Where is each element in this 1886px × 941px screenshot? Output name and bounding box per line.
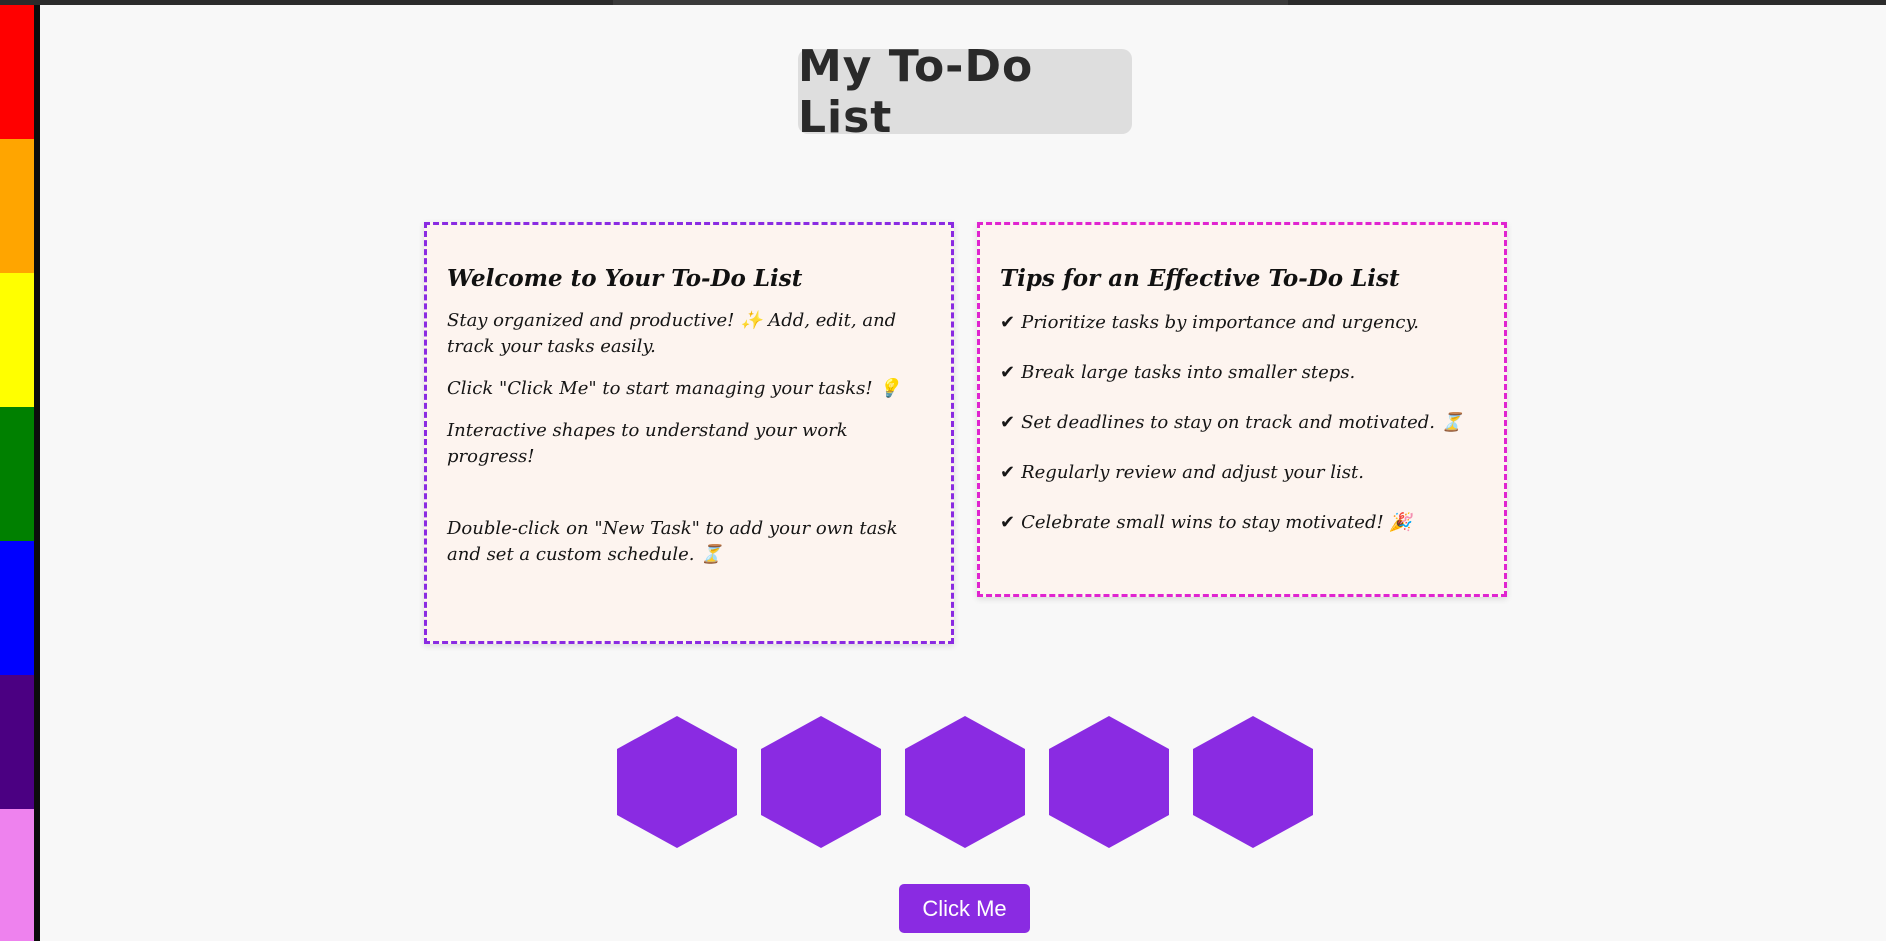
- stripe-blue: [0, 541, 34, 675]
- welcome-paragraph-3: Interactive shapes to understand your wo…: [447, 420, 848, 467]
- hexagon-shape-4[interactable]: [1049, 716, 1169, 848]
- tip-item: ✔ Break large tasks into smaller steps.: [1000, 358, 1484, 388]
- tip-text: Celebrate small wins to stay motivated! …: [1021, 512, 1412, 533]
- tip-text: Set deadlines to stay on track and motiv…: [1021, 412, 1464, 433]
- tip-item: ✔ Celebrate small wins to stay motivated…: [1000, 508, 1484, 538]
- check-icon: ✔: [1000, 462, 1016, 483]
- tip-item: ✔ Regularly review and adjust your list.: [1000, 458, 1484, 488]
- welcome-card: Welcome to Your To-Do List Stay organize…: [424, 222, 954, 644]
- tips-card: Tips for an Effective To-Do List ✔ Prior…: [977, 222, 1507, 597]
- welcome-paragraph-2: Click "Click Me" to start managing your …: [447, 378, 901, 399]
- check-icon: ✔: [1000, 312, 1016, 333]
- tip-text: Prioritize tasks by importance and urgen…: [1021, 312, 1420, 333]
- stripe-violet: [0, 809, 34, 941]
- stripe-red: [0, 5, 34, 139]
- hexagon-shape-1[interactable]: [617, 716, 737, 848]
- check-icon: ✔: [1000, 412, 1016, 433]
- page-title-box: My To-Do List: [798, 41, 1132, 143]
- check-icon: ✔: [1000, 362, 1016, 383]
- stripe-green: [0, 407, 34, 541]
- welcome-heading: Welcome to Your To-Do List: [447, 265, 803, 292]
- stripe-indigo: [0, 675, 34, 809]
- tip-item: ✔ Prioritize tasks by importance and urg…: [1000, 308, 1484, 338]
- tip-item: ✔ Set deadlines to stay on track and mot…: [1000, 408, 1484, 438]
- sidebar-divider: [34, 5, 40, 941]
- tip-text: Regularly review and adjust your list.: [1021, 462, 1364, 483]
- check-icon: ✔: [1000, 512, 1016, 533]
- page: My To-Do List Welcome to Your To-Do List…: [0, 0, 1886, 941]
- progress-shapes: [617, 716, 1317, 848]
- welcome-paragraph-1: Stay organized and productive! ✨ Add, ed…: [447, 310, 897, 357]
- hexagon-shape-5[interactable]: [1193, 716, 1313, 848]
- tip-text: Break large tasks into smaller steps.: [1021, 362, 1356, 383]
- hexagon-shape-3[interactable]: [905, 716, 1025, 848]
- stripe-orange: [0, 139, 34, 273]
- click-me-button[interactable]: Click Me: [899, 884, 1030, 933]
- hexagon-shape-2[interactable]: [761, 716, 881, 848]
- rainbow-sidebar: [0, 5, 34, 941]
- page-title: My To-Do List: [798, 40, 1034, 143]
- welcome-spacer: [447, 486, 931, 516]
- welcome-paragraph-4: Double-click on "New Task" to add your o…: [447, 518, 898, 565]
- stripe-yellow: [0, 273, 34, 407]
- tips-heading: Tips for an Effective To-Do List: [1000, 265, 1400, 292]
- top-border-tab: [613, 0, 1288, 5]
